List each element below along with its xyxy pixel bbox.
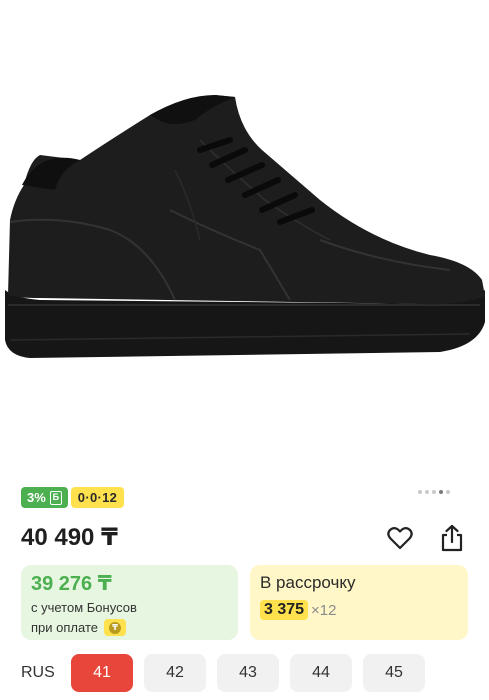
payment-method-chip: ₸: [103, 619, 126, 636]
share-button[interactable]: [437, 523, 467, 553]
bonus-icon: Б: [49, 490, 62, 505]
installment-amount: 3 375: [260, 600, 309, 620]
product-image[interactable]: [0, 0, 489, 470]
shoe-image: [5, 95, 485, 358]
size-option-44[interactable]: 44: [290, 654, 352, 692]
installment-card[interactable]: В рассрочку 3 375 ×12: [250, 565, 468, 640]
favorite-button[interactable]: [385, 523, 415, 553]
bonus-badge: 3% Б: [21, 487, 68, 508]
share-icon: [441, 524, 463, 552]
gallery-dot[interactable]: [425, 490, 429, 494]
bonus-price: 39 276 ₸: [31, 573, 112, 595]
installment-title: В рассрочку: [260, 573, 356, 592]
gallery-dot-active[interactable]: [439, 490, 443, 494]
gallery-dot[interactable]: [446, 490, 450, 494]
size-system-label: RUS: [21, 664, 55, 681]
gallery-dot[interactable]: [418, 490, 422, 494]
bonus-badge-label: 3%: [27, 490, 46, 505]
installment-multiplier: ×12: [311, 601, 337, 619]
size-option-42[interactable]: 42: [144, 654, 206, 692]
size-option-41[interactable]: 41: [71, 654, 133, 692]
gallery-dot[interactable]: [432, 490, 436, 494]
installment-badge: 0·0·12: [70, 487, 125, 508]
heart-icon: [387, 527, 413, 550]
bonus-price-card[interactable]: 39 276 ₸ с учетом Бонусов при оплате ₸: [21, 565, 238, 640]
size-option-45[interactable]: 45: [363, 654, 425, 692]
bonus-caption-1: с учетом Бонусов: [31, 600, 137, 615]
size-selector: RUS 41 42 43 44 45: [21, 654, 436, 692]
product-price: 40 490 ₸: [21, 524, 118, 551]
promo-badges: 3% Б 0·0·12: [21, 487, 125, 508]
gallery-pagination[interactable]: [418, 490, 450, 494]
bonus-caption-2: при оплате: [31, 620, 98, 635]
size-option-43[interactable]: 43: [217, 654, 279, 692]
price-row: 40 490 ₸: [21, 519, 469, 555]
coin-icon: ₸: [108, 621, 121, 634]
